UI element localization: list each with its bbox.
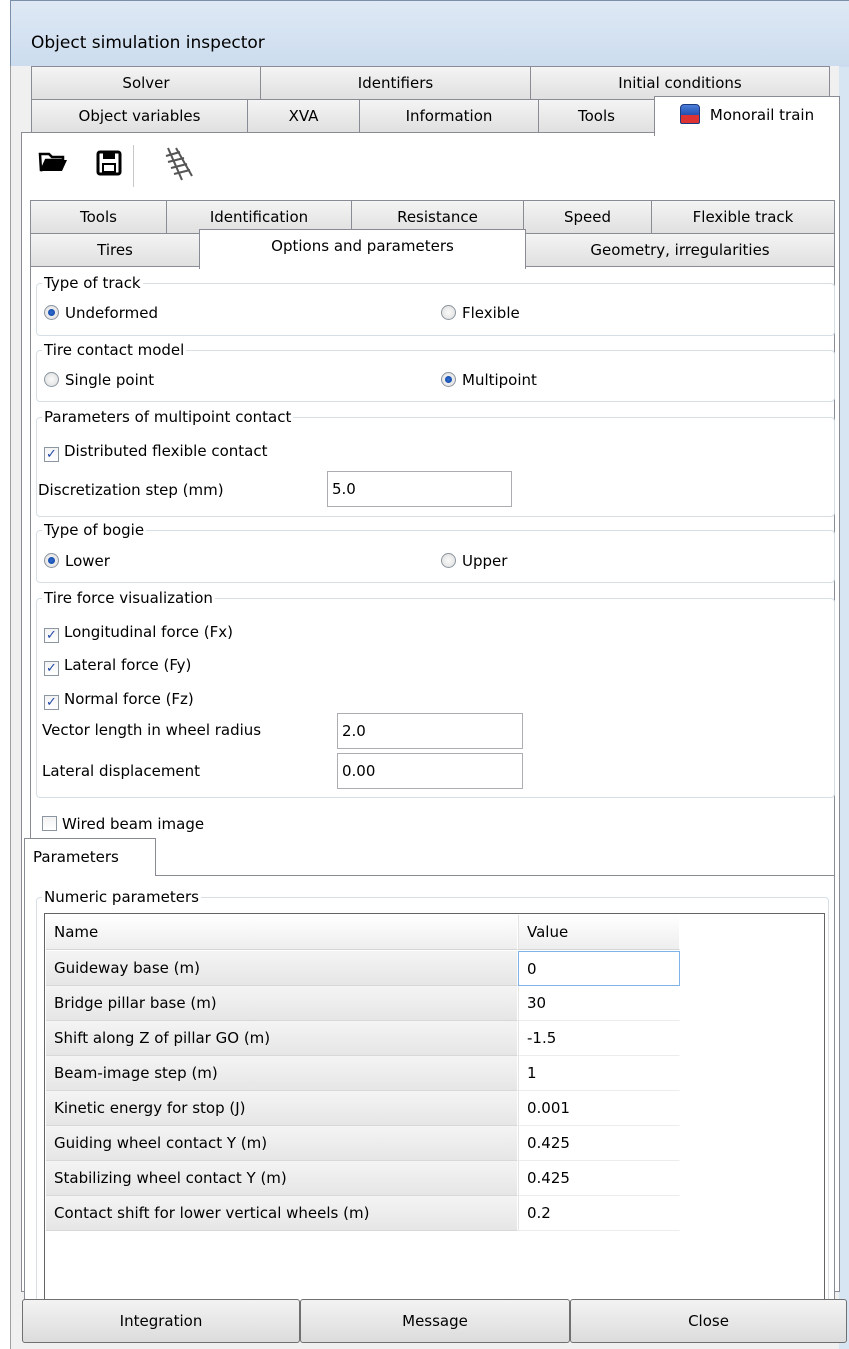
subtab-speed[interactable]: Speed — [523, 200, 652, 234]
tire-contact-model-label: Tire contact model — [42, 341, 187, 359]
message-button[interactable]: Message — [300, 1299, 570, 1343]
lower-label: Lower — [65, 552, 110, 570]
tab-tools[interactable]: Tools — [538, 99, 655, 133]
radio-indicator — [441, 372, 456, 387]
row-name-guiding-wheel: Guiding wheel contact Y (m) — [46, 1126, 518, 1161]
tab-monorail-train[interactable]: Monorail train — [654, 96, 840, 136]
lateral-force-label: Lateral force (Fy) — [64, 656, 192, 674]
flexible-radio[interactable]: Flexible — [441, 303, 520, 323]
radio-indicator — [441, 305, 456, 320]
longitudinal-force-checkbox[interactable]: ✓ Longitudinal force (Fx) — [44, 622, 233, 643]
open-folder-icon[interactable] — [38, 150, 68, 181]
column-header-name[interactable]: Name — [46, 915, 518, 950]
distributed-flexible-contact-checkbox[interactable]: ✓ Distributed flexible contact — [44, 441, 267, 462]
lower-radio[interactable]: Lower — [44, 551, 110, 571]
row-value-kinetic-energy[interactable]: 0.001 — [518, 1091, 680, 1126]
row-value-contact-shift[interactable]: 0.2 — [518, 1196, 680, 1231]
subtab-tools[interactable]: Tools — [30, 200, 167, 234]
checkbox-indicator — [42, 816, 57, 831]
lateral-displacement-field[interactable]: 0.00 — [337, 753, 523, 789]
row-value-guiding-wheel[interactable]: 0.425 — [518, 1126, 680, 1161]
title-bar[interactable]: Object simulation inspector — [11, 1, 849, 67]
radio-indicator — [441, 553, 456, 568]
normal-force-label: Normal force (Fz) — [64, 690, 194, 708]
row-name-bridge-pillar-base: Bridge pillar base (m) — [46, 986, 518, 1021]
checkbox-indicator: ✓ — [44, 661, 59, 676]
row-value-bridge-pillar-base[interactable]: 30 — [518, 986, 680, 1021]
vector-length-field[interactable]: 2.0 — [337, 713, 523, 749]
row-value-beam-image-step[interactable]: 1 — [518, 1056, 680, 1091]
checkbox-indicator: ✓ — [44, 628, 59, 643]
single-point-radio[interactable]: Single point — [44, 370, 154, 390]
integration-button[interactable]: Integration — [22, 1299, 300, 1343]
lateral-force-checkbox[interactable]: ✓ Lateral force (Fy) — [44, 655, 191, 676]
row-name-shift-along-z: Shift along Z of pillar GO (m) — [46, 1021, 518, 1056]
subtab-geometry-irregularities[interactable]: Geometry, irregularities — [525, 233, 835, 267]
checkbox-indicator: ✓ — [44, 695, 59, 710]
upper-radio[interactable]: Upper — [441, 551, 507, 571]
row-value-guideway-base[interactable]: 0 — [518, 951, 680, 986]
row-name-stabilizing-wheel: Stabilizing wheel contact Y (m) — [46, 1161, 518, 1196]
tab-parameters[interactable]: Parameters — [24, 838, 156, 876]
row-name-guideway-base: Guideway base (m) — [46, 951, 518, 986]
multipoint-contact-label: Parameters of multipoint contact — [42, 408, 294, 426]
type-of-bogie-label: Type of bogie — [42, 521, 147, 539]
subtab-tires[interactable]: Tires — [30, 233, 200, 267]
tab-monorail-train-label: Monorail train — [709, 106, 815, 124]
row-name-beam-image-step: Beam-image step (m) — [46, 1056, 518, 1091]
subtab-options-and-parameters[interactable]: Options and parameters — [199, 229, 526, 269]
wired-beam-image-label: Wired beam image — [62, 815, 205, 833]
upper-label: Upper — [462, 552, 508, 570]
lateral-displacement-label: Lateral displacement — [42, 762, 201, 780]
multipoint-label: Multipoint — [462, 371, 537, 389]
checkbox-indicator: ✓ — [44, 447, 59, 462]
column-header-value[interactable]: Value — [518, 915, 680, 950]
toolbar-separator — [133, 145, 134, 187]
row-value-stabilizing-wheel[interactable]: 0.425 — [518, 1161, 680, 1196]
row-value-shift-along-z[interactable]: -1.5 — [518, 1021, 680, 1056]
radio-indicator — [44, 553, 59, 568]
numeric-parameters-label: Numeric parameters — [42, 888, 201, 906]
distributed-flexible-contact-label: Distributed flexible contact — [64, 442, 268, 460]
tire-force-visualization-label: Tire force visualization — [42, 589, 215, 607]
tab-solver[interactable]: Solver — [31, 66, 261, 100]
longitudinal-force-label: Longitudinal force (Fx) — [64, 623, 233, 641]
subtab-flexible-track[interactable]: Flexible track — [651, 200, 835, 234]
normal-force-checkbox[interactable]: ✓ Normal force (Fz) — [44, 689, 194, 710]
row-name-contact-shift: Contact shift for lower vertical wheels … — [46, 1196, 518, 1231]
row-name-kinetic-energy: Kinetic energy for stop (J) — [46, 1091, 518, 1126]
tab-initial-conditions[interactable]: Initial conditions — [530, 66, 830, 100]
vector-length-label: Vector length in wheel radius — [42, 721, 262, 739]
save-icon[interactable] — [96, 150, 122, 183]
window-title: Object simulation inspector — [31, 33, 265, 53]
discretization-step-label: Discretization step (mm) — [38, 481, 224, 499]
monorail-train-icon — [679, 104, 700, 124]
type-of-track-label: Type of track — [42, 274, 143, 292]
type-of-bogie-group — [36, 530, 835, 583]
undeformed-radio[interactable]: Undeformed — [44, 303, 158, 323]
discretization-step-field[interactable]: 5.0 — [327, 471, 512, 507]
tab-object-variables[interactable]: Object variables — [31, 99, 248, 133]
multipoint-radio[interactable]: Multipoint — [441, 370, 537, 390]
track-icon[interactable] — [162, 146, 198, 189]
flexible-label: Flexible — [462, 304, 520, 322]
radio-indicator — [44, 305, 59, 320]
tab-xva[interactable]: XVA — [247, 99, 360, 133]
parameters-grid: Name Value Guideway base (m) 0 Bridge pi… — [44, 913, 825, 1318]
radio-indicator — [44, 372, 59, 387]
single-point-label: Single point — [65, 371, 155, 389]
undeformed-label: Undeformed — [65, 304, 158, 322]
tab-information[interactable]: Information — [359, 99, 539, 133]
wired-beam-image-checkbox[interactable]: Wired beam image — [42, 814, 204, 834]
tab-identifiers[interactable]: Identifiers — [260, 66, 531, 100]
close-button[interactable]: Close — [570, 1299, 847, 1343]
